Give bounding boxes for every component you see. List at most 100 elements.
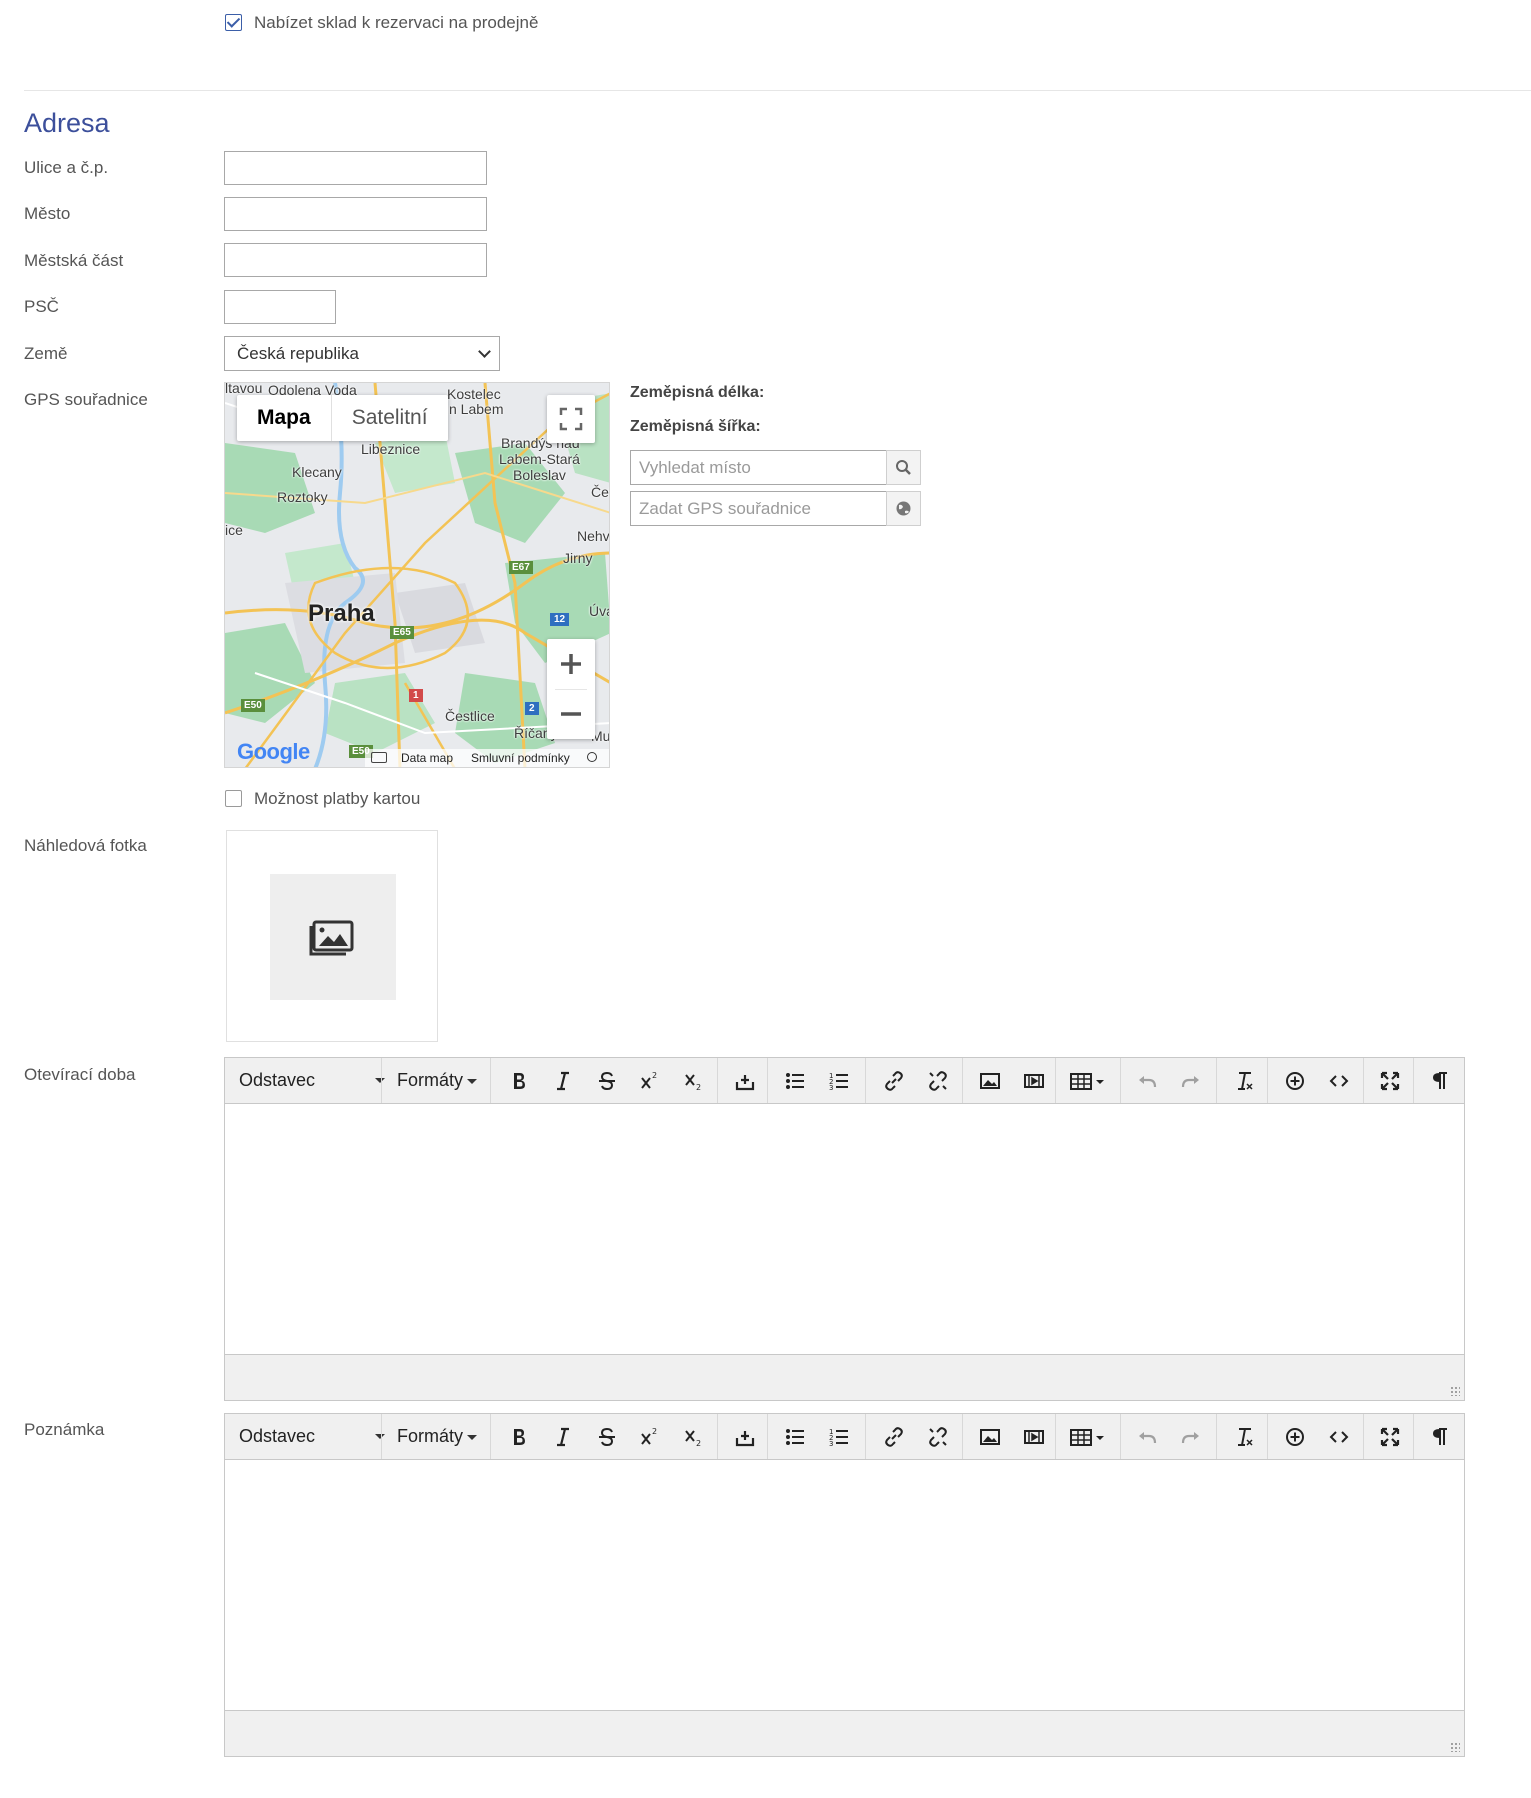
table-button[interactable] <box>1069 1423 1109 1451</box>
toolbar-separator <box>490 1414 491 1459</box>
unlink-icon <box>929 1427 947 1447</box>
district-input[interactable] <box>224 243 487 277</box>
longitude-label: Zeměpisná délka: <box>630 384 765 401</box>
opening-hours-label: Otevírací doba <box>24 1065 136 1084</box>
subscript-button[interactable]: 2 <box>680 1423 708 1451</box>
redo-button[interactable] <box>1177 1423 1205 1451</box>
opening-hours-editor: Odstavec Formáty 2 2 123 <box>224 1057 1465 1401</box>
report-icon[interactable] <box>587 752 597 762</box>
zoom-out-button[interactable] <box>547 689 595 739</box>
place-search-button[interactable] <box>886 450 921 485</box>
media-button[interactable] <box>1020 1423 1048 1451</box>
formats-value: Formáty <box>397 1426 464 1446</box>
bold-button[interactable] <box>505 1423 533 1451</box>
city-input[interactable] <box>224 197 487 231</box>
insert-button[interactable] <box>731 1067 759 1095</box>
svg-text:2: 2 <box>696 1083 701 1092</box>
road-badge: E65 <box>390 626 414 639</box>
toolbar-separator <box>381 1058 382 1103</box>
map-place-label: Libeznice <box>361 441 421 457</box>
svg-text:2: 2 <box>652 1427 657 1436</box>
formats-dropdown[interactable]: Formáty <box>397 1414 478 1459</box>
image-button[interactable] <box>976 1067 1004 1095</box>
map-tab-map[interactable]: Mapa <box>237 395 332 441</box>
country-select[interactable]: Česká republika <box>224 336 500 371</box>
link-button[interactable] <box>880 1423 908 1451</box>
editor-content-area[interactable] <box>225 1460 1464 1710</box>
source-code-button[interactable] <box>1325 1067 1353 1095</box>
show-blocks-button[interactable] <box>1426 1423 1454 1451</box>
clear-formatting-button[interactable] <box>1230 1067 1258 1095</box>
reservation-checkbox[interactable] <box>225 14 242 31</box>
numbered-list-button[interactable]: 123 <box>825 1067 853 1095</box>
media-button[interactable] <box>1020 1067 1048 1095</box>
map-tab-satellite[interactable]: Satelitní <box>332 395 448 441</box>
unlink-button[interactable] <box>924 1423 952 1451</box>
subscript-icon: 2 <box>685 1430 701 1448</box>
source-code-button[interactable] <box>1325 1423 1353 1451</box>
map-place-label: Jirny <box>563 550 593 566</box>
zoom-in-button[interactable] <box>547 639 595 689</box>
editor-content-area[interactable] <box>225 1104 1464 1354</box>
image-button[interactable] <box>976 1423 1004 1451</box>
fullscreen-button[interactable] <box>547 395 595 443</box>
table-button[interactable] <box>1069 1067 1109 1095</box>
section-title-address: Adresa <box>24 108 110 138</box>
map-data-link[interactable]: Data map <box>401 751 453 765</box>
gps-coords-button[interactable] <box>886 491 921 526</box>
media-icon <box>1024 1074 1044 1088</box>
svg-text:3: 3 <box>829 1084 833 1092</box>
undo-button[interactable] <box>1133 1067 1161 1095</box>
superscript-button[interactable]: 2 <box>636 1067 664 1095</box>
plus-circle-icon <box>1286 1072 1304 1090</box>
insert-button[interactable] <box>731 1423 759 1451</box>
fullscreen-editor-button[interactable] <box>1376 1423 1404 1451</box>
link-button[interactable] <box>880 1067 908 1095</box>
toolbar-separator <box>1120 1414 1121 1459</box>
undo-button[interactable] <box>1133 1423 1161 1451</box>
formats-dropdown[interactable]: Formáty <box>397 1058 478 1103</box>
italic-button[interactable] <box>549 1067 577 1095</box>
place-search-input[interactable]: Vyhledat místo <box>630 450 887 485</box>
map[interactable]: ltavou Odolena Voda Kostelec n Labem Lib… <box>224 382 610 768</box>
block-format-dropdown[interactable]: Odstavec <box>239 1058 385 1103</box>
bold-button[interactable] <box>505 1067 533 1095</box>
gps-coords-input[interactable]: Zadat GPS souřadnice <box>630 491 887 526</box>
superscript-button[interactable]: 2 <box>636 1423 664 1451</box>
latitude-label: Zeměpisná šířka: <box>630 418 761 435</box>
card-payment-checkbox[interactable] <box>225 790 242 807</box>
bullet-list-icon <box>786 1429 804 1445</box>
unlink-button[interactable] <box>924 1067 952 1095</box>
redo-button[interactable] <box>1177 1067 1205 1095</box>
photo-upload[interactable] <box>226 830 438 1042</box>
map-place-label: Labem-Stará <box>499 451 580 467</box>
map-terms-link[interactable]: Smluvní podmínky <box>471 751 570 765</box>
toolbar-separator <box>1055 1414 1056 1459</box>
subscript-button[interactable]: 2 <box>680 1067 708 1095</box>
show-blocks-button[interactable] <box>1426 1067 1454 1095</box>
fullscreen-editor-button[interactable] <box>1376 1067 1404 1095</box>
numbered-list-button[interactable]: 123 <box>825 1423 853 1451</box>
country-label: Země <box>24 344 68 363</box>
insert-icon <box>735 1075 755 1091</box>
resize-handle[interactable] <box>1450 1742 1460 1752</box>
street-input[interactable] <box>224 151 487 185</box>
italic-button[interactable] <box>549 1423 577 1451</box>
zip-input[interactable] <box>224 290 336 324</box>
road-badge: 1 <box>409 689 423 702</box>
resize-handle[interactable] <box>1450 1386 1460 1396</box>
media-icon <box>1024 1430 1044 1444</box>
svg-text:3: 3 <box>829 1440 833 1448</box>
bullet-list-button[interactable] <box>781 1067 809 1095</box>
keyboard-icon[interactable] <box>371 752 387 763</box>
map-place-label: ice <box>225 522 243 538</box>
strikethrough-button[interactable] <box>593 1067 621 1095</box>
subscript-icon: 2 <box>685 1074 701 1092</box>
toolbar-separator <box>767 1058 768 1103</box>
bullet-list-button[interactable] <box>781 1423 809 1451</box>
block-format-dropdown[interactable]: Odstavec <box>239 1414 385 1459</box>
clear-formatting-button[interactable] <box>1230 1423 1258 1451</box>
insert-element-button[interactable] <box>1281 1423 1309 1451</box>
strikethrough-button[interactable] <box>593 1423 621 1451</box>
insert-element-button[interactable] <box>1281 1067 1309 1095</box>
